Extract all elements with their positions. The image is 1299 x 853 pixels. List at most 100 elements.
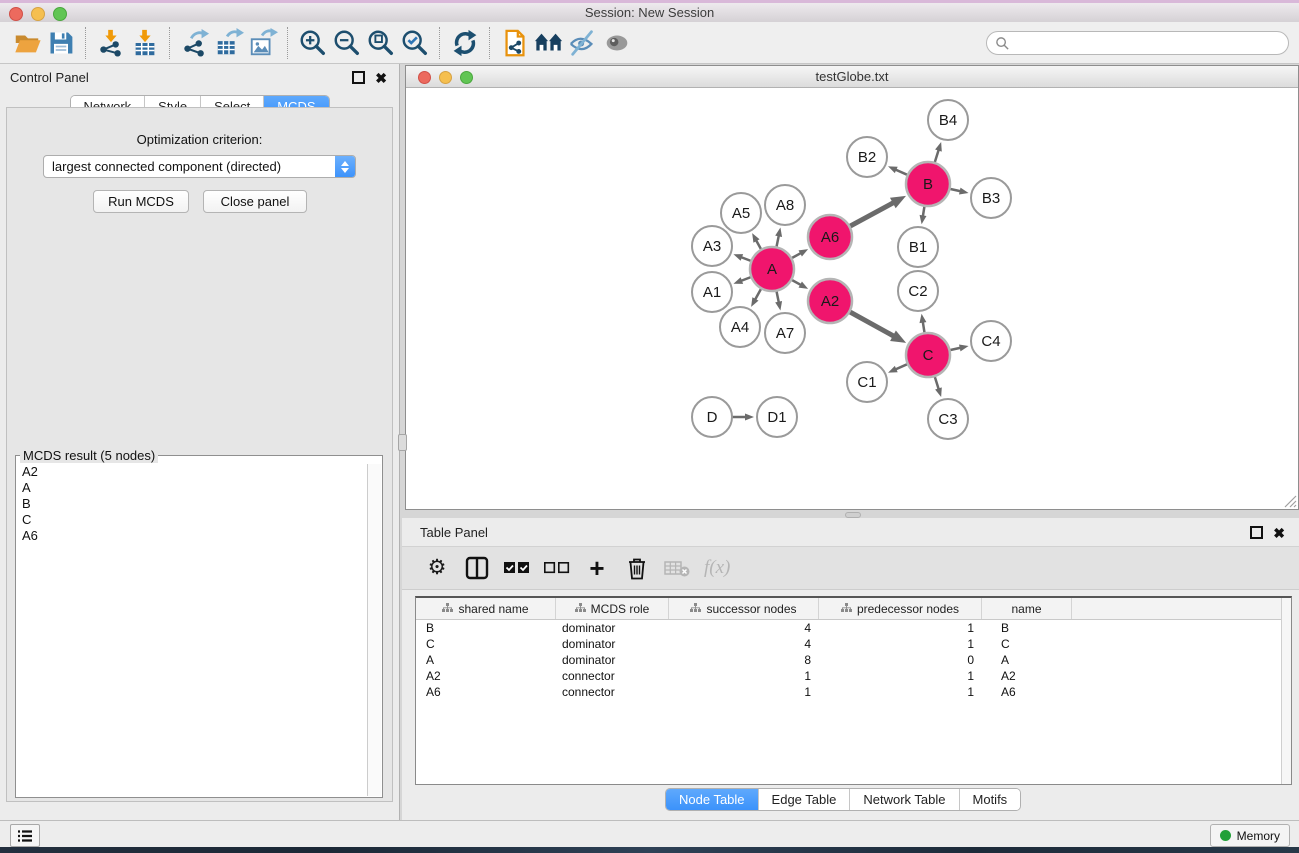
- import-table-icon[interactable]: [128, 27, 162, 59]
- node-B1[interactable]: B1: [898, 227, 938, 267]
- node-B2[interactable]: B2: [847, 137, 887, 177]
- close-window-button[interactable]: [9, 7, 23, 21]
- close-table-panel-icon[interactable]: ✖: [1273, 527, 1285, 539]
- hide-graphics-icon[interactable]: [566, 27, 600, 59]
- close-panel-button[interactable]: Close panel: [203, 190, 307, 213]
- deselect-all-icon[interactable]: [544, 553, 570, 583]
- settings-gear-icon[interactable]: ⚙: [424, 553, 450, 583]
- save-session-icon[interactable]: [44, 27, 78, 59]
- edge-B-B1[interactable]: [920, 207, 927, 225]
- edge-B-B4[interactable]: [935, 142, 942, 162]
- column-header-shared-name[interactable]: shared name: [416, 598, 556, 619]
- node-A4[interactable]: A4: [720, 307, 760, 347]
- edge-B-B2[interactable]: [888, 166, 907, 174]
- table-tab-motifs[interactable]: Motifs: [960, 789, 1021, 810]
- optimization-criterion-select[interactable]: largest connected component (directed): [43, 155, 356, 178]
- mcds-result-item[interactable]: A6: [17, 528, 368, 544]
- zoom-selected-icon[interactable]: [398, 27, 432, 59]
- table-row[interactable]: A6connector11A6: [416, 684, 1291, 700]
- table-row[interactable]: Bdominator41B: [416, 620, 1291, 636]
- function-builder-icon[interactable]: f(x): [704, 553, 730, 583]
- edge-B-B3[interactable]: [950, 188, 968, 195]
- import-network-icon[interactable]: [94, 27, 128, 59]
- edge-A-A3[interactable]: [733, 254, 750, 261]
- node-D[interactable]: D: [692, 397, 732, 437]
- network-close-button[interactable]: [418, 71, 431, 84]
- node-C4[interactable]: C4: [971, 321, 1011, 361]
- home-icon[interactable]: [532, 27, 566, 59]
- zoom-out-icon[interactable]: [330, 27, 364, 59]
- node-A1[interactable]: A1: [692, 272, 732, 312]
- export-network-icon[interactable]: [178, 27, 212, 59]
- search-input[interactable]: [986, 31, 1289, 55]
- edge-C-C4[interactable]: [950, 345, 968, 352]
- task-history-button[interactable]: [10, 824, 40, 847]
- memory-status-button[interactable]: Memory: [1210, 824, 1290, 847]
- edge-C-C1[interactable]: [888, 364, 907, 372]
- mcds-result-scrollbar[interactable]: [367, 464, 381, 796]
- mcds-result-item[interactable]: C: [17, 512, 368, 528]
- column-header-successor-nodes[interactable]: successor nodes: [669, 598, 819, 619]
- edge-C-C2[interactable]: [919, 314, 926, 333]
- zoom-window-button[interactable]: [53, 7, 67, 21]
- node-A7[interactable]: A7: [765, 313, 805, 353]
- delete-table-icon[interactable]: [664, 553, 690, 583]
- toggle-column-view-icon[interactable]: [464, 553, 490, 583]
- zoom-fit-icon[interactable]: [364, 27, 398, 59]
- mcds-result-item[interactable]: A: [17, 480, 368, 496]
- select-all-icon[interactable]: [504, 553, 530, 583]
- edge-A2-C[interactable]: [850, 312, 906, 343]
- edge-C-C3[interactable]: [935, 377, 942, 397]
- column-header-name[interactable]: name: [982, 598, 1072, 619]
- table-tab-network-table[interactable]: Network Table: [850, 789, 959, 810]
- node-B3[interactable]: B3: [971, 178, 1011, 218]
- node-C2[interactable]: C2: [898, 271, 938, 311]
- edge-A6-B[interactable]: [850, 196, 906, 226]
- node-A3[interactable]: A3: [692, 226, 732, 266]
- table-scrollbar[interactable]: [1281, 598, 1291, 784]
- node-A2[interactable]: A2: [808, 279, 852, 323]
- zoom-in-icon[interactable]: [296, 27, 330, 59]
- vertical-divider-grip[interactable]: [398, 434, 407, 451]
- node-A8[interactable]: A8: [765, 185, 805, 225]
- table-row[interactable]: Adominator80A: [416, 652, 1291, 668]
- node-C3[interactable]: C3: [928, 399, 968, 439]
- edge-A-A5[interactable]: [752, 233, 761, 249]
- edge-A-A6[interactable]: [792, 249, 808, 258]
- node-A6[interactable]: A6: [808, 215, 852, 259]
- open-file-icon[interactable]: [10, 27, 44, 59]
- edge-A-A7[interactable]: [775, 292, 782, 311]
- refresh-icon[interactable]: [448, 27, 482, 59]
- export-table-icon[interactable]: [212, 27, 246, 59]
- edge-D-D1[interactable]: [733, 414, 754, 421]
- table-tab-edge-table[interactable]: Edge Table: [759, 789, 851, 810]
- add-row-icon[interactable]: +: [584, 553, 610, 583]
- network-zoom-button[interactable]: [460, 71, 473, 84]
- column-header-predecessor-nodes[interactable]: predecessor nodes: [819, 598, 982, 619]
- resize-grip-icon[interactable]: [1284, 495, 1297, 508]
- export-image-icon[interactable]: [246, 27, 280, 59]
- table-tab-node-table[interactable]: Node Table: [666, 789, 759, 810]
- float-panel-icon[interactable]: [352, 71, 365, 84]
- minimize-window-button[interactable]: [31, 7, 45, 21]
- edge-A-A8[interactable]: [775, 228, 782, 247]
- column-header-MCDS-role[interactable]: MCDS role: [556, 598, 669, 619]
- table-row[interactable]: A2connector11A2: [416, 668, 1291, 684]
- mcds-result-item[interactable]: A2: [17, 464, 368, 480]
- node-A5[interactable]: A5: [721, 193, 761, 233]
- node-A[interactable]: A: [750, 247, 794, 291]
- network-minimize-button[interactable]: [439, 71, 452, 84]
- float-table-panel-icon[interactable]: [1250, 526, 1263, 539]
- network-window-titlebar[interactable]: testGlobe.txt: [406, 66, 1298, 88]
- network-from-document-icon[interactable]: [498, 27, 532, 59]
- network-canvas[interactable]: B4B2BB3A8A5A6A3B1AA1C2A2A4A7C4CC1DD1C3: [406, 88, 1298, 509]
- run-mcds-button[interactable]: Run MCDS: [93, 190, 189, 213]
- edge-A-A1[interactable]: [733, 277, 750, 284]
- show-graphics-icon[interactable]: [600, 27, 634, 59]
- node-B4[interactable]: B4: [928, 100, 968, 140]
- edge-A-A4[interactable]: [751, 289, 761, 307]
- edge-A-A2[interactable]: [792, 280, 808, 289]
- node-C1[interactable]: C1: [847, 362, 887, 402]
- table-row[interactable]: Cdominator41C: [416, 636, 1291, 652]
- mcds-result-item[interactable]: B: [17, 496, 368, 512]
